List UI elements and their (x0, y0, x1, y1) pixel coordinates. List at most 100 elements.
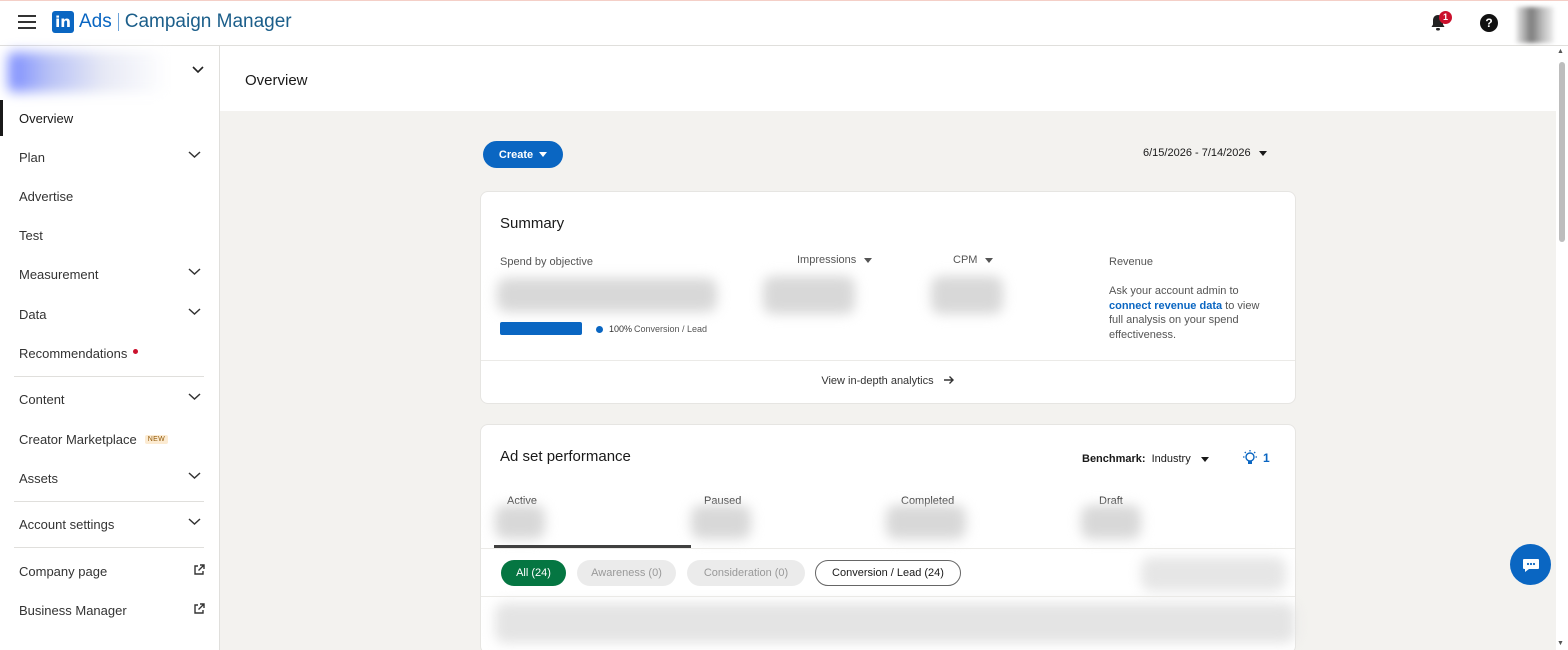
redacted-paused-count (691, 505, 751, 539)
logo-ads-text: Ads (79, 11, 112, 32)
ad-set-performance-card: Ad set performance Benchmark: Industry 1… (480, 424, 1296, 650)
sidebar-item-label: Business Manager (19, 602, 127, 618)
sidebar-item-label: Plan (19, 149, 46, 165)
summary-card: Summary Spend by objective Impressions C… (480, 191, 1296, 404)
sidebar-item-data[interactable]: Data (0, 296, 219, 332)
card-divider (481, 548, 1295, 549)
scrollbar-thumb[interactable] (1559, 62, 1565, 242)
sidebar-item-recommendations[interactable]: Recommendations (0, 335, 219, 371)
impressions-label: Impressions (797, 254, 857, 266)
sidebar-item-label: Test (19, 227, 43, 243)
sidebar-item-company-page[interactable]: Company page (0, 553, 219, 589)
card-divider (481, 360, 1295, 361)
filter-chip-conversion-lead[interactable]: Conversion / Lead (24) (815, 560, 961, 586)
chevron-down-icon (188, 308, 201, 316)
sidebar-item-creator-marketplace[interactable]: Creator Marketplace NEW (0, 421, 219, 457)
redacted-active-count (495, 505, 545, 539)
notification-dot (133, 348, 139, 354)
logo-divider (117, 13, 119, 31)
sidebar-item-overview[interactable]: Overview (0, 100, 219, 136)
create-button-label: Create (498, 148, 534, 161)
view-analytics-label: View in-depth analytics (821, 375, 934, 387)
sidebar-item-label: Measurement (19, 266, 99, 282)
filter-chip-all[interactable]: All (24) (501, 560, 566, 586)
chevron-down-icon (188, 151, 201, 159)
notification-badge: 1 (1439, 11, 1452, 24)
filter-chip-consideration[interactable]: Consideration (0) (687, 560, 805, 586)
ad-set-performance-title: Ad set performance (500, 448, 631, 465)
external-link-icon (194, 564, 205, 575)
spend-bar-conversion (500, 322, 582, 335)
sidebar-item-label: Company page (19, 563, 108, 579)
help-icon[interactable]: ? (1480, 14, 1498, 32)
sidebar-item-label: Data (19, 306, 47, 322)
caret-down-icon (1258, 150, 1267, 156)
page-header: Overview (220, 46, 1556, 111)
sidebar-item-label: Content (19, 391, 65, 407)
account-switcher[interactable] (8, 52, 210, 92)
sidebar-item-label: Overview (19, 110, 74, 126)
chevron-down-icon (188, 518, 201, 526)
account-name-redacted (8, 52, 168, 92)
sidebar: Overview Plan Advertise Test Measurement… (0, 46, 220, 650)
connect-revenue-link[interactable]: connect revenue data (1109, 300, 1222, 312)
redacted-cpm-value (931, 276, 1003, 314)
sidebar-item-label: Recommendations (19, 345, 128, 361)
chat-button[interactable] (1510, 544, 1551, 585)
sidebar-divider (14, 376, 204, 377)
top-bar: in Ads Campaign Manager 1 ? (0, 1, 1568, 46)
insights-button[interactable]: 1 (1241, 449, 1270, 467)
chevron-down-icon (192, 66, 204, 74)
app-logo[interactable]: in Ads Campaign Manager (52, 11, 292, 33)
create-button[interactable]: Create (483, 141, 563, 168)
sidebar-item-label: Creator Marketplace (19, 431, 137, 447)
impressions-dropdown[interactable]: Impressions (797, 254, 873, 266)
spend-by-objective-label: Spend by objective (500, 256, 593, 268)
cpm-dropdown[interactable]: CPM (953, 254, 994, 266)
sidebar-item-label: Advertise (19, 188, 74, 204)
redacted-draft-count (1081, 505, 1141, 539)
redacted-completed-count (886, 505, 966, 539)
date-range-value: 6/15/2026 - 7/14/2026 (1143, 147, 1251, 159)
scroll-up-arrow-icon[interactable]: ▲ (1557, 48, 1564, 55)
logo-title-text: Campaign Manager (124, 11, 292, 32)
legend-dot-icon (596, 326, 603, 333)
date-range-picker[interactable]: 6/15/2026 - 7/14/2026 (1143, 147, 1267, 159)
avatar[interactable] (1516, 7, 1554, 43)
arrow-right-icon (943, 376, 954, 384)
sidebar-item-assets[interactable]: Assets (0, 460, 219, 496)
cpm-label: CPM (953, 254, 978, 266)
chevron-down-icon (188, 268, 201, 276)
chat-icon (1522, 558, 1539, 572)
scroll-down-arrow-icon[interactable]: ▼ (1557, 640, 1564, 647)
lightbulb-icon (1243, 450, 1257, 464)
sidebar-item-plan[interactable]: Plan (0, 139, 219, 175)
benchmark-label: Benchmark: (1082, 453, 1146, 465)
page-title: Overview (245, 72, 308, 89)
chevron-down-icon (188, 472, 201, 480)
caret-down-icon (985, 257, 994, 263)
card-divider (481, 596, 1295, 597)
benchmark-dropdown[interactable]: Benchmark: Industry (1082, 453, 1209, 465)
sidebar-item-advertise[interactable]: Advertise (0, 178, 219, 214)
sidebar-item-label: Assets (19, 470, 59, 486)
revenue-text-pre: Ask your account admin to (1109, 285, 1239, 297)
redacted-search-field (1141, 557, 1286, 591)
menu-icon[interactable] (18, 15, 36, 31)
view-analytics-link[interactable]: View in-depth analytics (481, 375, 1295, 387)
revenue-label: Revenue (1109, 256, 1154, 268)
sidebar-item-measurement[interactable]: Measurement (0, 256, 219, 292)
sidebar-item-business-manager[interactable]: Business Manager (0, 592, 219, 628)
sidebar-divider (14, 547, 204, 548)
caret-down-icon (1200, 456, 1209, 462)
sidebar-item-test[interactable]: Test (0, 217, 219, 253)
revenue-message: Ask your account admin to connect revenu… (1109, 284, 1269, 342)
sidebar-item-content[interactable]: Content (0, 381, 219, 417)
redacted-spend-data (497, 278, 717, 312)
filter-chip-awareness[interactable]: Awareness (0) (577, 560, 676, 586)
new-badge: NEW (144, 434, 169, 444)
insights-count: 1 (1263, 451, 1270, 465)
sidebar-divider (14, 501, 204, 502)
sidebar-item-label: Account settings (19, 516, 115, 532)
sidebar-item-account-settings[interactable]: Account settings (0, 506, 219, 542)
